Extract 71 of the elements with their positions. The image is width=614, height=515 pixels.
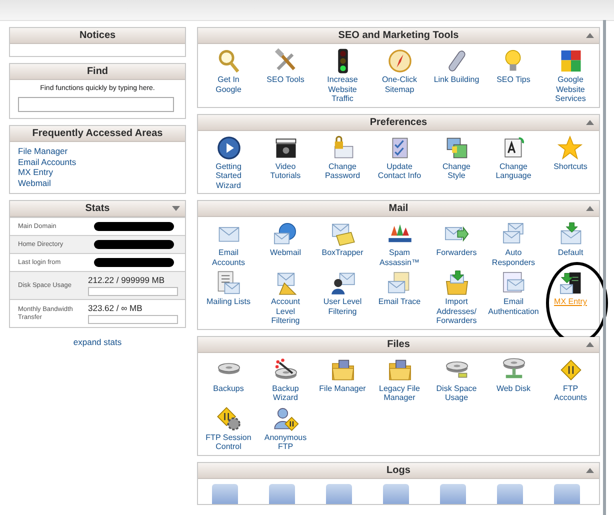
tool-link[interactable]: Spam Assassin™ bbox=[376, 221, 424, 267]
tool-link[interactable]: BoxTrapper bbox=[322, 221, 364, 267]
expand-stats-link[interactable]: expand stats bbox=[73, 337, 122, 347]
panel-header: Find bbox=[10, 64, 185, 80]
collapse-icon[interactable] bbox=[586, 33, 594, 38]
tool-link[interactable]: Link Building bbox=[434, 48, 480, 104]
box-download-icon bbox=[444, 270, 470, 296]
find-field[interactable] bbox=[18, 97, 174, 112]
tool-link[interactable]: Email Trace bbox=[378, 270, 421, 326]
tool-link[interactable]: Increase Website Traffic bbox=[318, 48, 366, 104]
tool-link[interactable]: Shortcuts bbox=[554, 134, 588, 190]
panel-header: Frequently Accessed Areas bbox=[10, 126, 185, 142]
compass-icon bbox=[386, 48, 412, 74]
tool-link[interactable]: SEO Tips bbox=[496, 48, 530, 104]
shortcut-link[interactable]: MX Entry bbox=[18, 167, 53, 178]
envelope-person-icon bbox=[330, 270, 356, 296]
stat-value: 323.62 / ∞ MB bbox=[88, 303, 144, 313]
tool-link[interactable]: Change Style bbox=[432, 134, 480, 190]
tool-link[interactable]: FTP Accounts bbox=[546, 356, 594, 402]
tool-link[interactable]: SEO Tools bbox=[266, 48, 304, 104]
people-diamond-icon bbox=[272, 406, 298, 432]
shortcut-link[interactable]: Webmail bbox=[18, 178, 51, 188]
section-header: Preferences bbox=[198, 114, 599, 130]
shortcut-link[interactable]: File Manager bbox=[18, 146, 68, 156]
collapse-icon[interactable] bbox=[586, 342, 594, 346]
section-header: Mail bbox=[198, 201, 599, 217]
tool-link[interactable]: Import Addresses/ Forwarders bbox=[432, 270, 480, 326]
envelope-note-icon bbox=[330, 221, 356, 247]
tool-link[interactable]: Account Level Filtering bbox=[262, 270, 310, 326]
tool-link[interactable]: Update Contact Info bbox=[376, 134, 424, 190]
collapse-icon[interactable] bbox=[172, 206, 180, 211]
tool-link[interactable]: Anonymous FTP bbox=[262, 406, 310, 452]
scrollbar[interactable] bbox=[603, 20, 606, 515]
star-icon bbox=[557, 134, 584, 160]
section-header: Files bbox=[198, 336, 599, 352]
server-envelope-icon bbox=[558, 270, 584, 296]
tool-link[interactable]: Change Password bbox=[318, 134, 366, 190]
tool-link[interactable]: One-Click Sitemap bbox=[376, 48, 424, 104]
tool-link[interactable]: Auto Responders bbox=[490, 221, 538, 267]
tool-link[interactable]: Forwarders bbox=[436, 221, 477, 267]
tool-link[interactable]: Google Website Services bbox=[546, 48, 594, 104]
tool-link[interactable]: FTP Session Control bbox=[204, 406, 252, 452]
tool-link[interactable]: Legacy File Manager bbox=[376, 356, 424, 402]
tool-link[interactable]: Getting Started Wizard bbox=[204, 134, 252, 190]
tool-link[interactable]: Email Authentication bbox=[490, 270, 538, 326]
tool-link[interactable]: Disk Space Usage bbox=[432, 356, 480, 402]
tool-link[interactable]: File Manager bbox=[319, 356, 366, 402]
collapse-icon[interactable] bbox=[586, 120, 594, 124]
section-header: Logs bbox=[198, 462, 599, 478]
tool-link[interactable]: Default bbox=[558, 221, 584, 267]
tool-link[interactable]: Email Accounts bbox=[204, 221, 252, 267]
section-header: SEO and Marketing Tools bbox=[198, 28, 599, 44]
play-icon bbox=[216, 134, 242, 160]
tool-link[interactable]: Backups bbox=[213, 356, 244, 402]
panel-header: Stats bbox=[10, 201, 185, 217]
tool-link[interactable]: Mailing Lists bbox=[206, 270, 250, 326]
tool-link[interactable]: User Level Filtering bbox=[318, 270, 366, 326]
collapse-icon[interactable] bbox=[586, 206, 594, 211]
tool-link[interactable]: Webmail bbox=[270, 221, 301, 267]
tool-link[interactable]: Change Language bbox=[490, 134, 538, 190]
panel-header: Notices bbox=[10, 28, 185, 44]
tool-link[interactable]: Get In Google bbox=[204, 48, 252, 104]
collapse-icon[interactable] bbox=[586, 468, 594, 472]
stat-value: 212.22 / 999999 MB bbox=[88, 275, 166, 285]
list-envelope-icon bbox=[215, 270, 242, 296]
tool-link[interactable]: Backup Wizard bbox=[262, 356, 310, 402]
diamond-gear-icon bbox=[216, 406, 242, 432]
tool-link[interactable]: Video Tutorials bbox=[262, 134, 310, 190]
tool-link[interactable]: Web Disk bbox=[496, 356, 531, 402]
shortcut-link[interactable]: Email Accounts bbox=[18, 156, 76, 167]
globe-envelope-icon bbox=[272, 221, 298, 247]
